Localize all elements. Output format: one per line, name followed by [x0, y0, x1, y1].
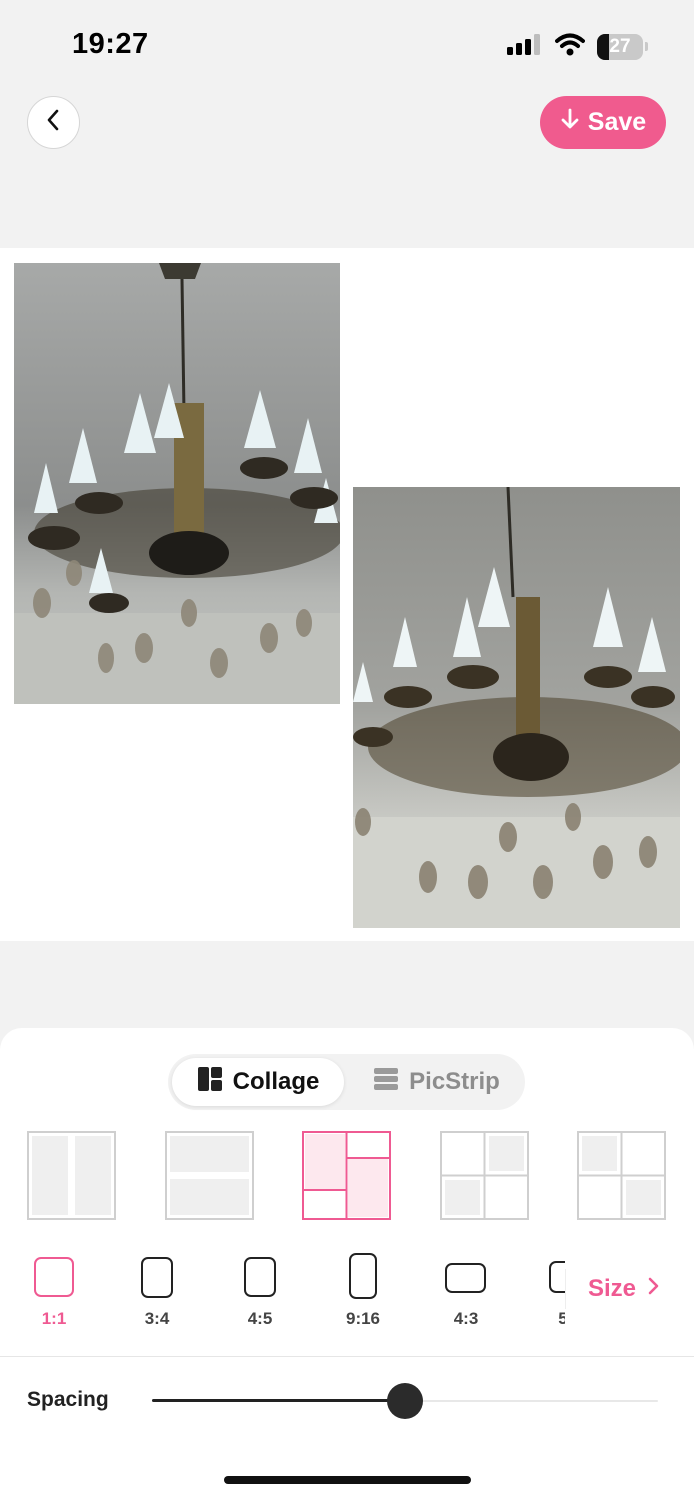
- spacing-label: Spacing: [27, 1388, 109, 1411]
- tab-collage-label: Collage: [232, 1068, 320, 1095]
- collage-photo-2[interactable]: [353, 487, 680, 928]
- ratio-4-5[interactable]: 4:5: [220, 1253, 300, 1333]
- status-icons: 27: [507, 32, 648, 61]
- collage-canvas: [0, 248, 694, 941]
- portrait-ratio-icon: [141, 1257, 173, 1298]
- portrait-ratio-icon: [244, 1257, 276, 1297]
- tall-ratio-icon: [349, 1253, 377, 1299]
- layout-two-columns[interactable]: [27, 1131, 116, 1220]
- ratio-3-4[interactable]: 3:4: [117, 1253, 197, 1333]
- ratio-label: 5: [558, 1309, 565, 1328]
- ratio-label: 9:16: [345, 1309, 381, 1328]
- download-arrow-icon: [560, 107, 580, 138]
- ratio-label: 4:3: [453, 1309, 479, 1328]
- ratio-9-16[interactable]: 9:16: [323, 1253, 403, 1333]
- ratio-label: 3:4: [144, 1309, 170, 1328]
- chevron-right-icon: [646, 1275, 660, 1303]
- slider-thumb[interactable]: [387, 1383, 423, 1419]
- cellular-signal-icon: [507, 32, 543, 61]
- size-label: Size: [588, 1275, 637, 1302]
- mode-segmented-control: Collage PicStrip: [168, 1054, 525, 1110]
- landscape-ratio-icon: [445, 1263, 486, 1293]
- battery-icon: 27: [597, 33, 643, 60]
- layout-picker: [0, 1131, 694, 1226]
- wifi-icon: [555, 32, 585, 61]
- slider-active-track: [152, 1399, 405, 1402]
- layout-grid-diagonal-top-left[interactable]: [577, 1131, 666, 1220]
- ratio-icon: [549, 1261, 565, 1293]
- ratio-label: 1:1: [41, 1309, 67, 1328]
- square-ratio-icon: [34, 1257, 74, 1297]
- layout-two-rows[interactable]: [165, 1131, 254, 1220]
- status-time: 19:27: [72, 28, 149, 60]
- collage-photo-1[interactable]: [14, 263, 340, 704]
- picstrip-icon: [373, 1066, 399, 1099]
- tab-collage[interactable]: Collage: [172, 1058, 344, 1106]
- back-button[interactable]: [27, 96, 80, 149]
- ratio-1-1[interactable]: 1:1: [14, 1253, 94, 1333]
- spacing-slider[interactable]: [152, 1383, 658, 1419]
- save-label: Save: [587, 108, 647, 136]
- aspect-ratio-picker: 1:1 3:4 4:5 9:16 4:3 5 Size: [0, 1253, 694, 1333]
- ratio-label: 4:5: [247, 1309, 273, 1328]
- chevron-left-icon: [44, 108, 64, 137]
- tab-picstrip-label: PicStrip: [409, 1068, 500, 1095]
- divider: [0, 1356, 694, 1357]
- size-button[interactable]: Size: [565, 1269, 675, 1309]
- save-button[interactable]: Save: [540, 96, 666, 149]
- battery-tip: [645, 42, 648, 51]
- layout-grid-diagonal-top-right[interactable]: [440, 1131, 529, 1220]
- home-indicator: [224, 1476, 471, 1484]
- status-bar: 19:27 27: [0, 0, 694, 90]
- battery-percent: 27: [609, 35, 631, 57]
- tab-picstrip[interactable]: PicStrip: [354, 1058, 519, 1106]
- ratio-4-3[interactable]: 4:3: [426, 1253, 506, 1333]
- editor-panel: Collage PicStrip 1:1 3:4 4:5 9:16 4:3 5 …: [0, 1028, 694, 1500]
- chandelier-image: [14, 263, 340, 704]
- chandelier-image: [353, 487, 680, 928]
- layout-staggered-columns[interactable]: [302, 1131, 391, 1220]
- ratio-partial[interactable]: 5: [519, 1253, 565, 1333]
- ratio-scroller: 1:1 3:4 4:5 9:16 4:3 5: [0, 1253, 565, 1333]
- collage-grid-icon: [197, 1066, 223, 1099]
